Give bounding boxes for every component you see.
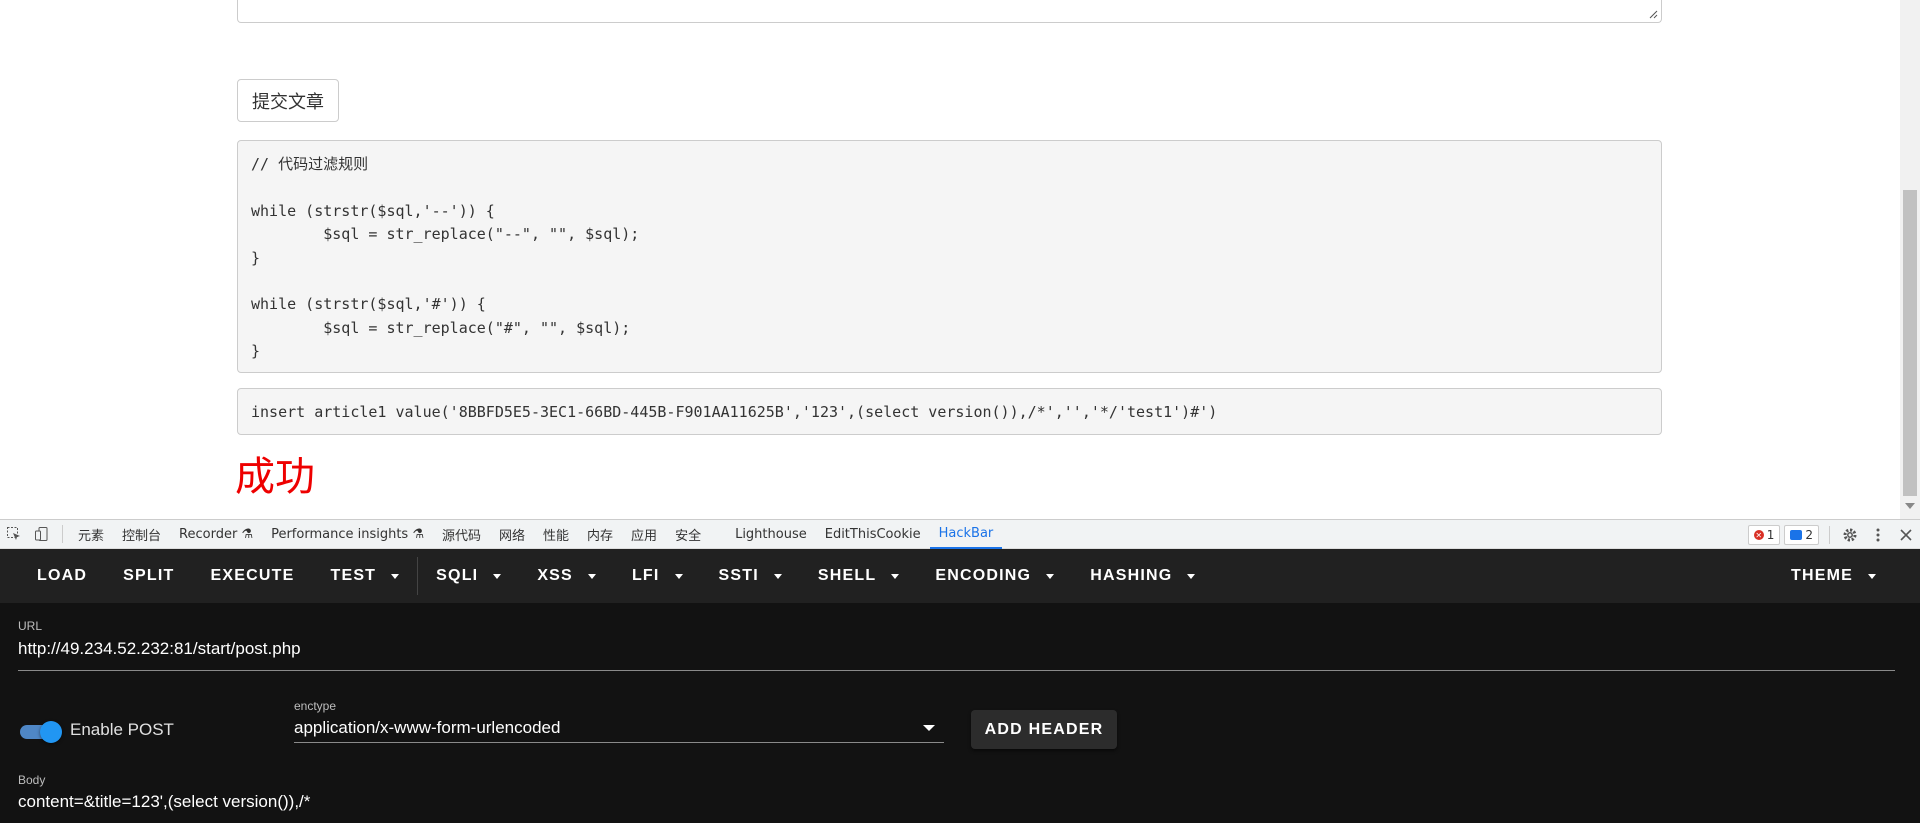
tab-performance-insights[interactable]: Performance insights ⚗	[262, 519, 433, 549]
enable-post-label: Enable POST	[70, 720, 174, 739]
url-input[interactable]: http://49.234.52.232:81/start/post.php	[18, 639, 301, 659]
body-label: Body	[18, 773, 46, 787]
url-underline	[18, 670, 1895, 671]
error-icon: ✕	[1753, 530, 1764, 540]
message-icon	[1790, 530, 1803, 540]
lfi-label: LFI	[631, 567, 660, 584]
message-count: 2	[1805, 528, 1813, 542]
encoding-label: ENCODING	[935, 567, 1032, 584]
load-button[interactable]: LOAD	[19, 549, 105, 603]
caret-down-icon	[587, 573, 596, 579]
devtools-tabs: 元素 控制台 Recorder ⚗ Performance insights ⚗…	[69, 519, 1003, 549]
filter-rules-code: // 代码过滤规则 while (strstr($sql,'--')) { $s…	[237, 140, 1662, 373]
sqli-menu-button[interactable]: SQLI	[418, 549, 519, 603]
tab-memory[interactable]: 内存	[578, 519, 622, 549]
tab-console[interactable]: 控制台	[113, 519, 170, 549]
tab-lighthouse[interactable]: Lighthouse	[726, 519, 816, 549]
close-devtools-icon[interactable]	[1892, 520, 1920, 550]
filter-rules-text: // 代码过滤规则 while (strstr($sql,'--')) { $s…	[251, 155, 640, 361]
shell-menu-button[interactable]: SHELL	[800, 549, 917, 603]
page-scrollbar[interactable]	[1900, 0, 1920, 519]
theme-label: THEME	[1791, 567, 1853, 584]
toolbar-divider	[1829, 526, 1830, 544]
hackbar-panel: LOAD SPLIT EXECUTE TEST SQLI XSS LFI SST…	[0, 549, 1920, 823]
ssti-label: SSTI	[718, 567, 759, 584]
caret-down-icon	[1187, 573, 1196, 579]
web-page: 提交文章 // 代码过滤规则 while (strstr($sql,'--'))…	[0, 0, 1920, 519]
tab-hackbar[interactable]: HackBar	[929, 519, 1003, 549]
url-label: URL	[18, 619, 43, 633]
encoding-menu-button[interactable]: ENCODING	[917, 549, 1072, 603]
scroll-down-arrow-icon[interactable]	[1905, 503, 1915, 509]
enable-post-toggle[interactable]	[20, 721, 62, 743]
caret-down-icon	[1046, 573, 1055, 579]
execute-label: EXECUTE	[210, 567, 295, 584]
caret-down-icon	[773, 573, 782, 579]
caret-down-icon	[391, 573, 400, 579]
caret-down-icon	[1868, 573, 1876, 579]
tab-application[interactable]: 应用	[622, 519, 666, 549]
shell-label: SHELL	[817, 567, 877, 584]
tab-performance[interactable]: 性能	[534, 519, 578, 549]
more-options-icon[interactable]	[1864, 520, 1892, 550]
device-toolbar-icon[interactable]	[28, 519, 56, 549]
settings-gear-icon[interactable]	[1836, 520, 1864, 550]
caret-down-icon	[891, 573, 900, 579]
split-button[interactable]: SPLIT	[105, 549, 192, 603]
tab-sources[interactable]: 源代码	[433, 519, 490, 549]
toggle-knob	[40, 721, 62, 743]
ssti-menu-button[interactable]: SSTI	[701, 549, 800, 603]
tab-editthiscookie[interactable]: EditThisCookie	[816, 519, 930, 549]
message-count-badge[interactable]: 2	[1784, 525, 1819, 545]
sql-statement-box: insert article1 value('8BBFD5E5-3EC1-66B…	[237, 388, 1662, 435]
devtools-tab-bar: 元素 控制台 Recorder ⚗ Performance insights ⚗…	[0, 519, 1920, 549]
toolbar-divider	[62, 525, 63, 543]
enctype-underline	[294, 742, 944, 743]
split-label: SPLIT	[123, 567, 175, 584]
inspect-element-icon[interactable]	[0, 519, 28, 549]
error-count-badge[interactable]: ✕ 1	[1747, 525, 1781, 545]
caret-down-icon	[493, 573, 502, 579]
enctype-label: enctype	[294, 699, 337, 713]
tab-network[interactable]: 网络	[490, 519, 534, 549]
submit-article-button[interactable]: 提交文章	[237, 79, 339, 122]
test-label: TEST	[330, 567, 377, 584]
sqli-label: SQLI	[436, 567, 479, 584]
article-textarea[interactable]	[237, 0, 1662, 23]
xss-menu-button[interactable]: XSS	[519, 549, 614, 603]
enctype-select[interactable]: application/x-www-form-urlencoded	[294, 718, 560, 738]
caret-down-icon	[674, 573, 683, 579]
tab-elements[interactable]: 元素	[69, 519, 113, 549]
tab-security[interactable]: 安全	[666, 519, 710, 549]
devtools-right-controls: ✕ 1 2	[1747, 520, 1920, 550]
test-menu-button[interactable]: TEST	[312, 549, 417, 603]
sql-statement-text: insert article1 value('8BBFD5E5-3EC1-66B…	[251, 402, 1218, 421]
lfi-menu-button[interactable]: LFI	[614, 549, 701, 603]
hashing-menu-button[interactable]: HASHING	[1072, 549, 1213, 603]
scrollbar-thumb[interactable]	[1903, 190, 1917, 496]
result-message: 成功	[235, 454, 315, 500]
load-label: LOAD	[37, 567, 88, 584]
xss-label: XSS	[537, 567, 573, 584]
theme-menu-button[interactable]: THEME	[1773, 549, 1894, 603]
error-count: 1	[1766, 528, 1775, 542]
resize-grip-icon[interactable]	[1648, 9, 1658, 19]
add-header-button[interactable]: ADD HEADER	[971, 710, 1117, 749]
hackbar-toolbar: LOAD SPLIT EXECUTE TEST SQLI XSS LFI SST…	[0, 549, 1920, 603]
dropdown-arrow-icon[interactable]	[923, 725, 935, 731]
execute-button[interactable]: EXECUTE	[192, 549, 312, 603]
tab-recorder[interactable]: Recorder ⚗	[170, 519, 262, 549]
body-input[interactable]: content=&title=123',(select version()),/…	[18, 792, 310, 812]
hashing-label: HASHING	[1090, 567, 1173, 584]
